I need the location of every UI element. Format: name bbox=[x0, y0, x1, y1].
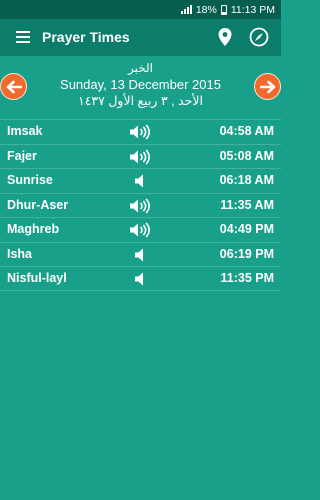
prayer-row[interactable]: Isha 06:19 PM bbox=[0, 241, 281, 267]
prayer-time: 04:49 PM bbox=[219, 222, 274, 236]
prayer-row[interactable]: Sunrise 06:18 AM bbox=[0, 168, 281, 193]
hijri-date: الأحد , ٣ ربيع الأول ١٤٣٧ bbox=[78, 94, 203, 108]
speaker-off-icon[interactable] bbox=[128, 246, 152, 264]
prayer-row[interactable]: Nisful-layl 11:35 PM bbox=[0, 266, 281, 291]
speaker-on-icon[interactable] bbox=[128, 197, 152, 215]
clock: 11:13 PM bbox=[230, 3, 275, 16]
page-title: Prayer Times bbox=[42, 29, 130, 45]
prayer-time: 11:35 PM bbox=[220, 271, 274, 285]
prayer-time: 06:19 PM bbox=[219, 246, 274, 261]
date-block: الخبر Sunday, 13 December 2015 الأحد , ٣… bbox=[0, 60, 281, 109]
prayer-name: Sunrise bbox=[7, 173, 53, 187]
battery-icon bbox=[220, 4, 227, 15]
prayer-name: Isha bbox=[7, 246, 33, 261]
prayer-row[interactable]: Imsak 04:58 AM bbox=[0, 119, 281, 144]
signal-icon bbox=[180, 5, 192, 14]
speaker-on-icon[interactable] bbox=[128, 123, 152, 141]
prayer-name: Dhur-Aser bbox=[7, 197, 69, 212]
status-bar: 18% 11:13 PM bbox=[0, 0, 281, 19]
compass-icon[interactable] bbox=[249, 27, 269, 47]
prayer-time: 04:58 AM bbox=[219, 124, 274, 138]
city-name: الخبر bbox=[128, 61, 153, 75]
prayer-row[interactable]: Maghreb 04:49 PM bbox=[0, 217, 281, 242]
gregorian-date: Sunday, 13 December 2015 bbox=[60, 77, 221, 92]
prayer-time: 05:08 AM bbox=[219, 148, 274, 163]
speaker-on-icon[interactable] bbox=[128, 221, 152, 239]
location-pin-icon[interactable] bbox=[216, 27, 234, 47]
speaker-on-icon[interactable] bbox=[128, 148, 152, 166]
prayer-time: 06:18 AM bbox=[219, 173, 274, 187]
prayer-list: Imsak 04:58 AM Fajer 05:08 AM Sunrise 06… bbox=[0, 119, 281, 291]
prayer-name: Fajer bbox=[7, 148, 37, 163]
prayer-row[interactable]: Dhur-Aser 11:35 AM bbox=[0, 192, 281, 218]
menu-icon[interactable] bbox=[16, 31, 30, 43]
prayer-name: Nisful-layl bbox=[7, 271, 67, 285]
prayer-row[interactable]: Fajer 05:08 AM bbox=[0, 143, 281, 169]
app-bar: Prayer Times bbox=[0, 19, 281, 56]
prayer-name: Maghreb bbox=[7, 222, 60, 236]
speaker-off-icon[interactable] bbox=[128, 270, 152, 288]
battery-percent: 18% bbox=[195, 3, 217, 16]
prayer-time: 11:35 AM bbox=[220, 197, 274, 212]
prayer-name: Imsak bbox=[7, 124, 43, 138]
speaker-off-icon[interactable] bbox=[128, 172, 152, 190]
